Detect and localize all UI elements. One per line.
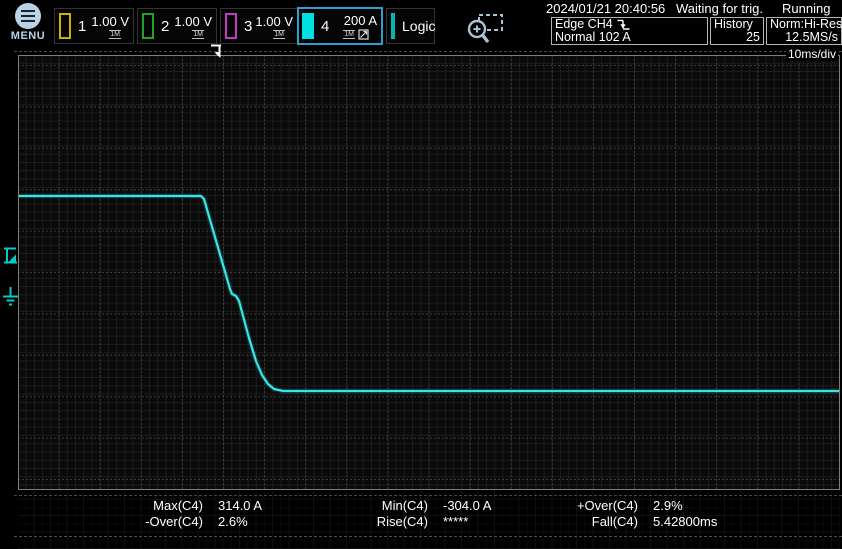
history-count: 25 [746,31,760,44]
timebase-label: 10ms/div [786,47,838,61]
sample-rate: 12.5MS/s [785,31,838,44]
measurement-label: +Over(C4) [560,499,638,514]
falling-edge-icon [617,19,630,31]
channel-3-scale: 1.00 V [255,14,293,29]
measurement-label: Min(C4) [352,499,428,514]
channel-4-number: 4 [321,18,329,35]
menu-button[interactable]: MENU [7,3,49,45]
logic-color-bar-icon [391,13,395,39]
top-tick-row [14,51,842,52]
impedance-1m-icon: 1M [192,30,204,39]
acquisition-box[interactable]: Norm:Hi-Res 12.5MS/s [766,17,842,45]
waveform-display-area[interactable] [18,55,840,490]
run-state: Running [782,1,830,16]
logic-box[interactable]: Logic [386,8,435,44]
trigger-detail: Normal 102 A [555,31,631,44]
measurement-group-2: Min(C4) -304.0 A Rise(C4) ***** [352,499,491,529]
impedance-1m-icon: 1M [343,30,355,39]
measurement-group-1: Max(C4) 314.0 A -Over(C4) 2.6% [111,499,262,529]
channel-3-number: 3 [244,18,252,35]
bottom-separator-line [14,536,842,537]
channel-2-number: 2 [161,18,169,35]
trigger-status: Waiting for trig. [676,1,763,16]
measurement-value: 5.42800ms [653,515,717,530]
channel-1-box[interactable]: 1 1.00 V 1M [54,8,134,44]
trigger-level-marker-icon[interactable] [3,247,18,264]
hamburger-icon [15,3,41,29]
measurement-value: -304.0 A [443,499,491,514]
channel-4-scale: 200 A [344,13,377,28]
zoom-search-icon[interactable] [464,12,506,48]
channel-3-color-bar-icon [225,13,237,39]
menu-label: MENU [7,30,49,42]
measurement-label: -Over(C4) [111,515,203,530]
history-box[interactable]: History 25 [710,17,764,45]
measurement-label: Max(C4) [111,499,203,514]
measurement-group-3: +Over(C4) 2.9% Fall(C4) 5.42800ms [560,499,717,529]
impedance-1m-icon: 1M [109,30,121,39]
current-probe-icon [358,29,369,40]
impedance-1m-icon: 1M [273,30,285,39]
channel-2-scale: 1.00 V [174,14,212,29]
channel-1-number: 1 [78,18,86,35]
channel-1-color-bar-icon [59,13,71,39]
oscilloscope-screen: MENU 1 1.00 V 1M 2 1.00 V 1M 3 1.00 V 1M… [0,0,842,549]
channel-1-scale: 1.00 V [91,14,129,29]
channel-4-box-selected[interactable]: 4 200 A 1M [297,7,383,45]
channel-2-box[interactable]: 2 1.00 V 1M [137,8,217,44]
measurement-value: ***** [443,515,491,530]
measurement-value: 314.0 A [218,499,262,514]
trigger-settings-box[interactable]: Edge CH4 Normal 102 A [551,17,708,45]
measurement-value: 2.6% [218,515,262,530]
measurement-label: Fall(C4) [560,515,638,530]
logic-label: Logic [402,18,435,34]
datetime: 2024/01/21 20:40:56 [546,1,665,16]
bottom-tick-row [14,495,842,496]
major-grid [18,55,840,490]
channel-4-color-bar-icon [302,13,314,39]
measurement-label: Rise(C4) [352,515,428,530]
trigger-position-marker-icon[interactable] [209,44,227,61]
channel-2-color-bar-icon [142,13,154,39]
ground-level-marker-icon[interactable] [2,287,19,308]
measurement-value: 2.9% [653,499,717,514]
channel-3-box[interactable]: 3 1.00 V 1M [220,8,298,44]
